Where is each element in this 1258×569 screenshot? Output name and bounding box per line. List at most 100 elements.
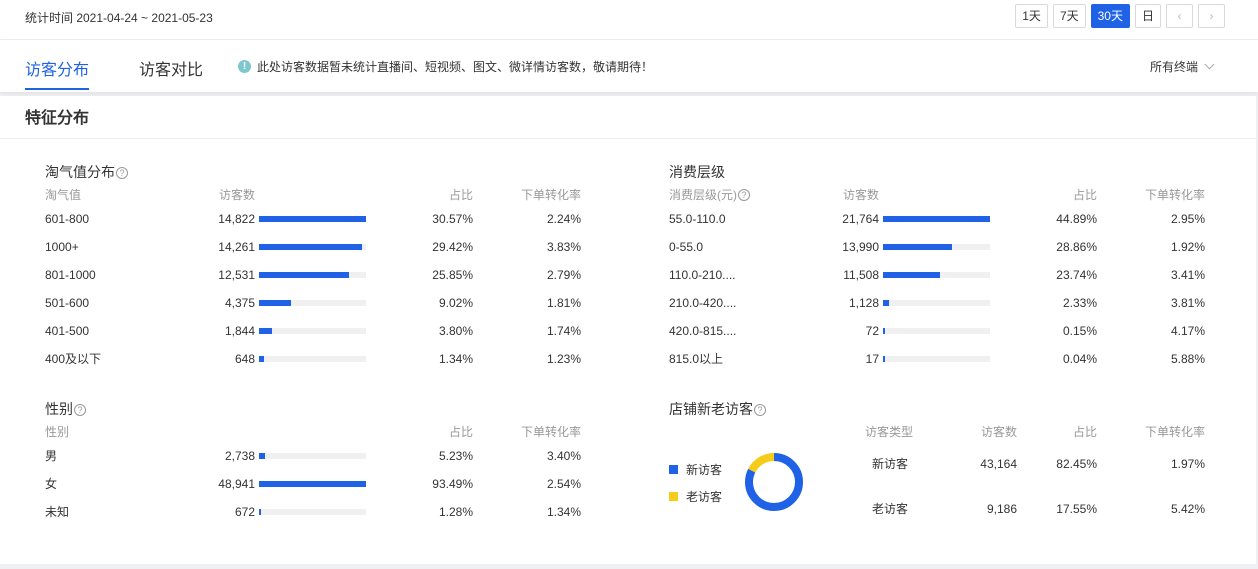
taoqi-row-bar-track bbox=[259, 356, 366, 362]
gender-row: 男 2,738 5.23% 3.40% bbox=[45, 446, 585, 466]
taoqi-row-conv: 2.79% bbox=[546, 268, 581, 282]
taoqi-header-share: 占比 bbox=[448, 188, 473, 202]
taoqi-row-bar-track bbox=[259, 244, 366, 250]
feature-distribution-panel: 特征分布 淘气值分布? 淘气值 访客数 占比 下单转化率 601-800 14,8… bbox=[0, 96, 1256, 564]
taoqi-row-visitors: 1,844 bbox=[224, 324, 255, 338]
gender-row-visitors: 2,738 bbox=[224, 449, 255, 463]
range-day-button[interactable]: 日 bbox=[1134, 4, 1161, 28]
terminal-select[interactable]: 所有终端 bbox=[1149, 58, 1215, 75]
gender-title: 性别? bbox=[45, 399, 86, 419]
taoqi-row-label: 401-500 bbox=[45, 324, 90, 338]
taoqi-row-label: 601-800 bbox=[45, 212, 90, 226]
taoqi-row-conv: 1.23% bbox=[546, 352, 581, 366]
gender-row-visitors: 48,941 bbox=[218, 477, 255, 491]
taoqi-row-label: 400及以下 bbox=[45, 352, 102, 366]
newold-header-conv: 下单转化率 bbox=[1144, 425, 1205, 439]
consume-row-share: 2.33% bbox=[1062, 296, 1097, 310]
range-7day-button[interactable]: 7天 bbox=[1052, 4, 1086, 28]
taoqi-row-visitors: 14,822 bbox=[218, 212, 255, 226]
consume-row: 420.0-815.... 72 0.15% 4.17% bbox=[669, 321, 1209, 341]
gender-row-bar bbox=[259, 453, 265, 459]
taoqi-row-visitors: 648 bbox=[234, 352, 255, 366]
range-30day-button[interactable]: 30天 bbox=[1090, 4, 1130, 28]
taoqi-row-bar bbox=[259, 244, 362, 250]
newold-title-text: 店铺新老访客 bbox=[669, 401, 753, 417]
consume-row-bar bbox=[883, 272, 940, 278]
gender-title-text: 性别 bbox=[45, 401, 73, 417]
taoqi-row: 501-600 4,375 9.02% 1.81% bbox=[45, 293, 585, 313]
newold-title: 店铺新老访客? bbox=[669, 399, 766, 419]
newold-row: 新访客 43,164 82.45% 1.97% bbox=[669, 454, 1209, 474]
taoqi-block: 淘气值分布? 淘气值 访客数 占比 下单转化率 601-800 14,822 30.… bbox=[45, 162, 585, 372]
taoqi-row: 801-1000 12,531 25.85% 2.79% bbox=[45, 265, 585, 285]
chevron-down-icon bbox=[1204, 59, 1215, 70]
consume-row: 55.0-110.0 21,764 44.89% 2.95% bbox=[669, 209, 1209, 229]
consume-row-conv: 1.92% bbox=[1170, 240, 1205, 254]
consume-row-share: 0.15% bbox=[1062, 324, 1097, 338]
gender-row: 未知 672 1.28% 1.34% bbox=[45, 502, 585, 522]
taoqi-header-conv: 下单转化率 bbox=[520, 188, 581, 202]
gender-row-bar bbox=[259, 509, 261, 515]
newold-row-conv: 5.42% bbox=[1170, 502, 1205, 516]
help-icon[interactable]: ? bbox=[74, 404, 86, 416]
gender-row-label: 女 bbox=[45, 477, 58, 491]
consume-row-bar bbox=[883, 216, 990, 222]
taoqi-row-bar-track bbox=[259, 216, 366, 222]
consume-row-label: 420.0-815.... bbox=[669, 324, 737, 338]
prev-period-icon[interactable]: ‹ bbox=[1166, 4, 1193, 28]
taoqi-row-share: 30.57% bbox=[432, 212, 473, 226]
range-button-group: 1天 7天 30天 日 ‹ › bbox=[1015, 4, 1225, 28]
help-icon[interactable]: ? bbox=[738, 189, 750, 201]
consume-row-conv: 2.95% bbox=[1170, 212, 1205, 226]
consume-row-label: 210.0-420.... bbox=[669, 296, 737, 310]
newold-header-share: 占比 bbox=[1072, 425, 1097, 439]
gender-block: 性别? 性别 占比 下单转化率 男 2,738 5.23% 3.40% 女 48,941 9… bbox=[45, 399, 585, 539]
consume-row: 210.0-420.... 1,128 2.33% 3.81% bbox=[669, 293, 1209, 313]
tabs-bar: 访客分布 访客对比 ! 此处访客数据暂未统计直播间、短视频、图文、微详情访客数，… bbox=[0, 40, 1258, 92]
taoqi-header-visitors: 访客数 bbox=[219, 188, 256, 202]
taoqi-row: 400及以下 648 1.34% 1.23% bbox=[45, 349, 585, 369]
consume-row-conv: 4.17% bbox=[1170, 324, 1205, 338]
consume-row-bar bbox=[883, 328, 885, 334]
gender-row-bar-track bbox=[259, 481, 366, 487]
taoqi-row-bar bbox=[259, 216, 366, 222]
notice-text: 此处访客数据暂未统计直播间、短视频、图文、微详情访客数，敬请期待！ bbox=[257, 60, 654, 74]
info-icon: ! bbox=[238, 60, 251, 73]
consume-header-label-text: 消费层级(元) bbox=[669, 188, 737, 202]
gender-row-share: 5.23% bbox=[438, 449, 473, 463]
gender-row-bar-track bbox=[259, 509, 366, 515]
consume-row-bar-track bbox=[883, 272, 990, 278]
newold-row-share: 82.45% bbox=[1056, 457, 1097, 471]
help-icon[interactable]: ? bbox=[116, 167, 128, 179]
help-icon[interactable]: ? bbox=[754, 404, 766, 416]
consume-row-visitors: 13,990 bbox=[842, 240, 879, 254]
taoqi-row-share: 3.80% bbox=[438, 324, 473, 338]
newold-header-visitors: 访客数 bbox=[980, 425, 1017, 439]
consume-row-bar-track bbox=[883, 216, 990, 222]
active-tab-underline bbox=[25, 88, 89, 90]
section-title: 特征分布 bbox=[25, 110, 90, 127]
range-1day-button[interactable]: 1天 bbox=[1015, 4, 1048, 28]
gender-row-label: 未知 bbox=[45, 505, 70, 519]
taoqi-row-share: 1.34% bbox=[438, 352, 473, 366]
gender-header-share: 占比 bbox=[448, 425, 473, 439]
tab-visitor-distribution[interactable]: 访客分布 bbox=[25, 56, 89, 80]
consume-row-label: 0-55.0 bbox=[669, 240, 704, 254]
terminal-select-value: 所有终端 bbox=[1149, 60, 1198, 74]
notice: ! 此处访客数据暂未统计直播间、短视频、图文、微详情访客数，敬请期待！ bbox=[238, 58, 653, 75]
gender-header-conv: 下单转化率 bbox=[520, 425, 581, 439]
newold-row-label: 老访客 bbox=[872, 502, 909, 516]
consume-row-bar bbox=[883, 300, 889, 306]
consume-row-conv: 3.81% bbox=[1170, 296, 1205, 310]
consume-row-conv: 5.88% bbox=[1170, 352, 1205, 366]
next-period-icon[interactable]: › bbox=[1198, 4, 1225, 28]
stat-time-label: 统计时间 2021-04-24 ~ 2021-05-23 bbox=[25, 11, 213, 25]
taoqi-row-visitors: 12,531 bbox=[218, 268, 255, 282]
consume-row-bar-track bbox=[883, 356, 990, 362]
tab-visitor-compare[interactable]: 访客对比 bbox=[139, 56, 203, 80]
consume-title: 消费层级 bbox=[669, 164, 725, 180]
gender-row-conv: 1.34% bbox=[546, 505, 581, 519]
consume-row-label: 55.0-110.0 bbox=[669, 212, 726, 226]
newold-row-share: 17.55% bbox=[1056, 502, 1097, 516]
consume-row-share: 23.74% bbox=[1056, 268, 1097, 282]
